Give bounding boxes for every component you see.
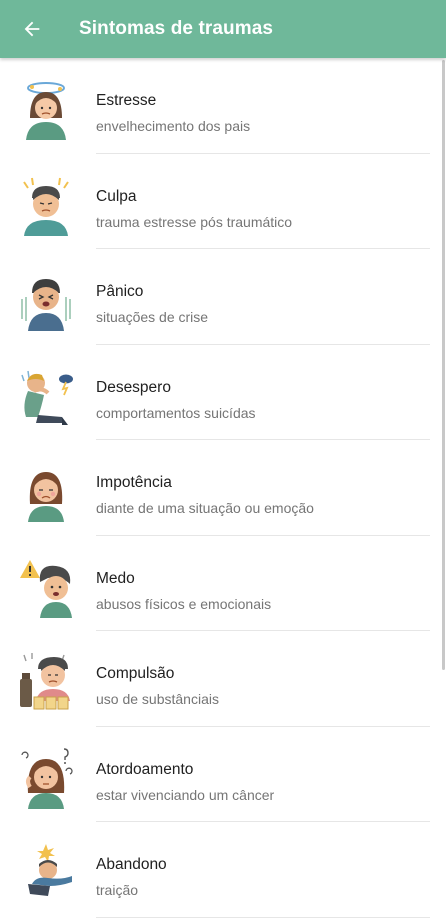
list-item-compulsao[interactable]: Compulsão uso de substânciais: [0, 631, 446, 727]
list-item-estresse[interactable]: Estresse envelhecimento dos pais: [0, 58, 446, 154]
item-title: Culpa: [96, 187, 137, 205]
item-subtitle: envelhecimento dos pais: [96, 118, 251, 134]
scrollbar[interactable]: [442, 60, 445, 670]
item-title: Atordoamento: [96, 760, 194, 778]
item-subtitle: traição: [96, 882, 139, 898]
item-title: Compulsão: [96, 665, 175, 682]
list-item-impotencia[interactable]: Impotência diante de uma situação ou emo…: [0, 440, 446, 536]
item-title: Desespero: [96, 378, 171, 396]
back-button[interactable]: [17, 14, 47, 44]
item-subtitle: abusos físicos e emocionais: [96, 595, 272, 612]
sad-woman-icon: [28, 472, 64, 522]
item-title: Medo: [96, 569, 135, 587]
item-subtitle: trauma estresse pós traumático: [96, 213, 293, 230]
item-subtitle: uso de substânciais: [96, 691, 219, 707]
list-item-medo[interactable]: Medo abusos físicos e emocionais: [0, 536, 446, 631]
list-item-abandono[interactable]: Abandono traição: [0, 822, 446, 918]
symptom-list: Estresse envelhecimento dos pais Culpa t…: [0, 58, 446, 918]
despairing-person-icon: [21, 370, 73, 425]
scared-boy-icon: [20, 559, 72, 618]
item-subtitle: estar vivenciando um câncer: [96, 786, 275, 803]
item-subtitle: comportamentos suicídas: [96, 404, 256, 421]
item-subtitle: situações de crise: [96, 309, 209, 325]
list-item-panico[interactable]: Pânico situações de crise: [0, 249, 446, 345]
abandoned-man-icon: [28, 844, 72, 896]
stressed-woman-icon: [26, 82, 66, 140]
app-bar: Sintomas de traumas: [0, 0, 446, 58]
list-item-atordoamento[interactable]: Atordoamento estar vivenciando um câncer: [0, 727, 446, 822]
arrow-left-icon: [24, 21, 40, 37]
item-title: Estresse: [96, 92, 157, 109]
page-title: Sintomas de traumas: [79, 18, 274, 39]
divider: [96, 916, 430, 918]
item-title: Pânico: [96, 283, 144, 300]
list-item-culpa[interactable]: Culpa trauma estresse pós traumático: [0, 154, 446, 249]
item-title: Abandono: [96, 856, 167, 873]
panicked-man-icon: [21, 279, 71, 331]
item-subtitle: diante de uma situação ou emoção: [96, 500, 314, 516]
compulsive-drinker-icon: [20, 653, 70, 710]
dazed-woman-icon: [21, 747, 73, 809]
list-item-desespero[interactable]: Desespero comportamentos suicídas: [0, 345, 446, 440]
item-title: Impotência: [96, 474, 172, 491]
guilty-man-icon: [23, 177, 69, 236]
